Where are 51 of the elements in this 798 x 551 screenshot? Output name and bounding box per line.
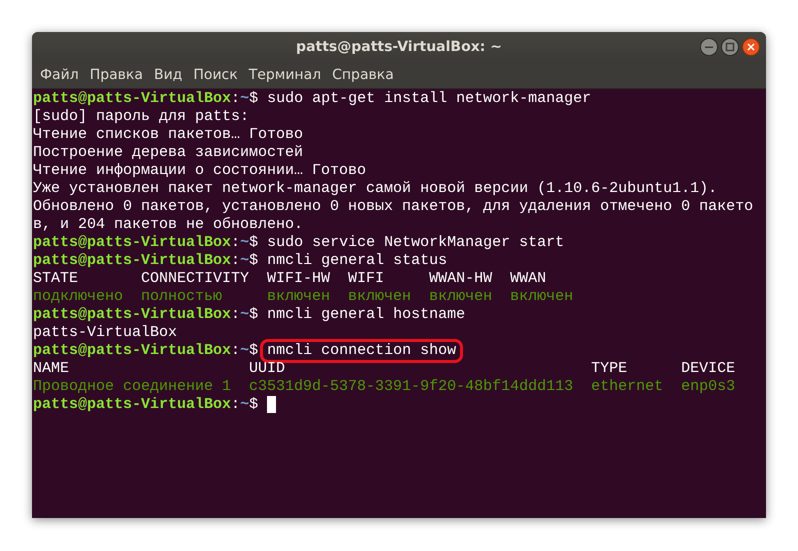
output-line: Чтение информации о состоянии… Готово bbox=[33, 162, 366, 180]
output-line: patts-VirtualBox bbox=[33, 324, 178, 342]
output-line: в, и 204 пакетов не обновлено. bbox=[33, 216, 304, 234]
prompt-separator: : bbox=[231, 252, 240, 270]
prompt-path: ~ bbox=[240, 306, 250, 324]
prompt-path: ~ bbox=[240, 252, 250, 270]
output-line: STATE CONNECTIVITY WIFI-HW WIFI WWAN-HW WWAN bbox=[33, 270, 546, 288]
prompt-symbol: $ bbox=[249, 396, 258, 414]
prompt-path: ~ bbox=[240, 396, 250, 414]
output-line: Построение дерева зависимостей bbox=[33, 144, 304, 162]
prompt-user-host: patts@patts-VirtualBox bbox=[33, 90, 232, 108]
command-text: nmcli general hostname bbox=[267, 306, 466, 324]
prompt-symbol: $ bbox=[249, 306, 258, 324]
menu-item[interactable]: Справка bbox=[332, 67, 394, 83]
prompt-user-host: patts@patts-VirtualBox bbox=[33, 342, 232, 360]
prompt-separator: : bbox=[231, 234, 240, 252]
prompt-symbol: $ bbox=[249, 252, 258, 270]
command-text: sudo service NetworkManager start bbox=[267, 234, 564, 252]
menu-item[interactable]: Вид bbox=[154, 67, 182, 83]
menu-item[interactable]: Терминал bbox=[248, 67, 322, 83]
output-line: подключено полностью включен включен включен включен bbox=[33, 288, 574, 306]
prompt-path: ~ bbox=[240, 234, 250, 252]
prompt-separator: : bbox=[231, 396, 240, 414]
command-text: sudo apt-get install network-manager bbox=[267, 90, 592, 108]
command-text: nmcli connection show bbox=[260, 339, 464, 363]
output-line: Обновлено 0 пакетов, установлено 0 новых пакетов, для удаления отмечено 0 пакето bbox=[33, 198, 754, 216]
prompt-separator: : bbox=[231, 306, 240, 324]
menu-item[interactable]: Файл bbox=[40, 67, 79, 83]
prompt-separator: : bbox=[231, 90, 240, 108]
prompt-symbol: $ bbox=[249, 342, 258, 360]
prompt-user-host: patts@patts-VirtualBox bbox=[33, 396, 232, 414]
output-line: Чтение списков пакетов… Готово bbox=[33, 126, 304, 144]
prompt-path: ~ bbox=[240, 90, 250, 108]
output-line: Уже установлен пакет network-manager самой новой версии (1.10.6-2ubuntu1.1). bbox=[33, 180, 718, 198]
prompt-symbol: $ bbox=[249, 90, 258, 108]
close-button[interactable] bbox=[742, 38, 760, 56]
menu-item[interactable]: Поиск bbox=[193, 67, 238, 83]
output-line: Проводное соединение 1 c3531d9d-5378-3391-9f20-48bf14ddd113 ethernet enp0s3 bbox=[33, 378, 736, 396]
output-line: NAME UUID TYPE DEVICE bbox=[33, 360, 736, 378]
prompt-user-host: patts@patts-VirtualBox bbox=[33, 306, 232, 324]
window-title: patts@patts-VirtualBox: ~ bbox=[296, 39, 502, 55]
prompt-separator: : bbox=[231, 342, 240, 360]
menu-item[interactable]: Правка bbox=[90, 67, 143, 83]
prompt-user-host: patts@patts-VirtualBox bbox=[33, 252, 232, 270]
prompt-path: ~ bbox=[240, 342, 250, 360]
output-line: [sudo] пароль для patts: bbox=[33, 108, 250, 126]
prompt-user-host: patts@patts-VirtualBox bbox=[33, 234, 232, 252]
maximize-button[interactable] bbox=[721, 38, 739, 56]
command-text: nmcli general status bbox=[267, 252, 448, 270]
prompt-symbol: $ bbox=[249, 234, 258, 252]
minimize-button[interactable] bbox=[700, 38, 718, 56]
